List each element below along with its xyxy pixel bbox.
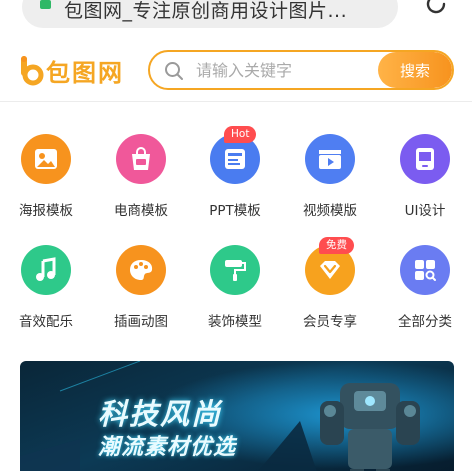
music-note-icon bbox=[21, 245, 71, 295]
category-label: 会员专享 bbox=[303, 314, 357, 330]
category-ui-design[interactable]: UI设计 bbox=[380, 134, 470, 219]
url-text[interactable]: 包图网_专注原创商用设计图片... bbox=[64, 0, 347, 23]
category-label: 电商模板 bbox=[114, 203, 168, 219]
category-label: UI设计 bbox=[404, 203, 446, 219]
poster-image-icon bbox=[21, 134, 71, 184]
shopping-bag-icon bbox=[116, 134, 166, 184]
category-vip[interactable]: 免费 会员专享 bbox=[285, 237, 375, 330]
search-input[interactable] bbox=[196, 52, 376, 88]
category-decoration[interactable]: 装饰模型 bbox=[190, 245, 280, 330]
browser-address-bar: 包图网_专注原创商用设计图片... bbox=[0, 0, 472, 38]
search-box: 搜索 bbox=[148, 50, 454, 90]
banner-title: 科技风尚 bbox=[98, 397, 223, 431]
site-logo[interactable]: 包图网 bbox=[18, 52, 124, 88]
category-label: PPT模板 bbox=[209, 203, 261, 219]
banner-background bbox=[20, 361, 454, 471]
reload-icon[interactable] bbox=[422, 0, 450, 18]
category-audio[interactable]: 音效配乐 bbox=[1, 245, 91, 330]
paint-roller-icon bbox=[210, 245, 260, 295]
free-tag: 免费 bbox=[319, 237, 354, 254]
tablet-icon bbox=[400, 134, 450, 184]
search-icon bbox=[165, 62, 183, 80]
lock-icon bbox=[40, 0, 51, 9]
page: 包图网_专注原创商用设计图片... 包图网 搜索 bbox=[0, 0, 472, 471]
category-label: 视频模版 bbox=[303, 203, 357, 219]
category-label: 音效配乐 bbox=[19, 314, 73, 330]
category-label: 装饰模型 bbox=[208, 314, 262, 330]
all-categories-icon bbox=[400, 245, 450, 295]
category-ecommerce[interactable]: 电商模板 bbox=[96, 134, 186, 219]
category-label: 全部分类 bbox=[398, 314, 452, 330]
hot-tag: Hot bbox=[224, 126, 257, 143]
category-poster[interactable]: 海报模板 bbox=[1, 134, 91, 219]
palette-icon bbox=[116, 245, 166, 295]
logo-mark-icon bbox=[21, 56, 44, 86]
site-header: 包图网 搜索 bbox=[0, 38, 472, 102]
category-all[interactable]: 全部分类 bbox=[380, 245, 470, 330]
category-label: 插画动图 bbox=[114, 314, 168, 330]
promo-banner[interactable]: 科技风尚 潮流素材优选 bbox=[20, 361, 454, 471]
search-button[interactable]: 搜索 bbox=[378, 52, 452, 88]
logo-text: 包图网 bbox=[46, 58, 124, 87]
video-clapper-icon bbox=[305, 134, 355, 184]
category-video[interactable]: 视频模版 bbox=[285, 134, 375, 219]
banner-subtitle: 潮流素材优选 bbox=[98, 435, 237, 460]
category-ppt[interactable]: Hot PPT模板 bbox=[190, 126, 280, 219]
category-label: 海报模板 bbox=[19, 203, 73, 219]
category-illustration[interactable]: 插画动图 bbox=[96, 245, 186, 330]
